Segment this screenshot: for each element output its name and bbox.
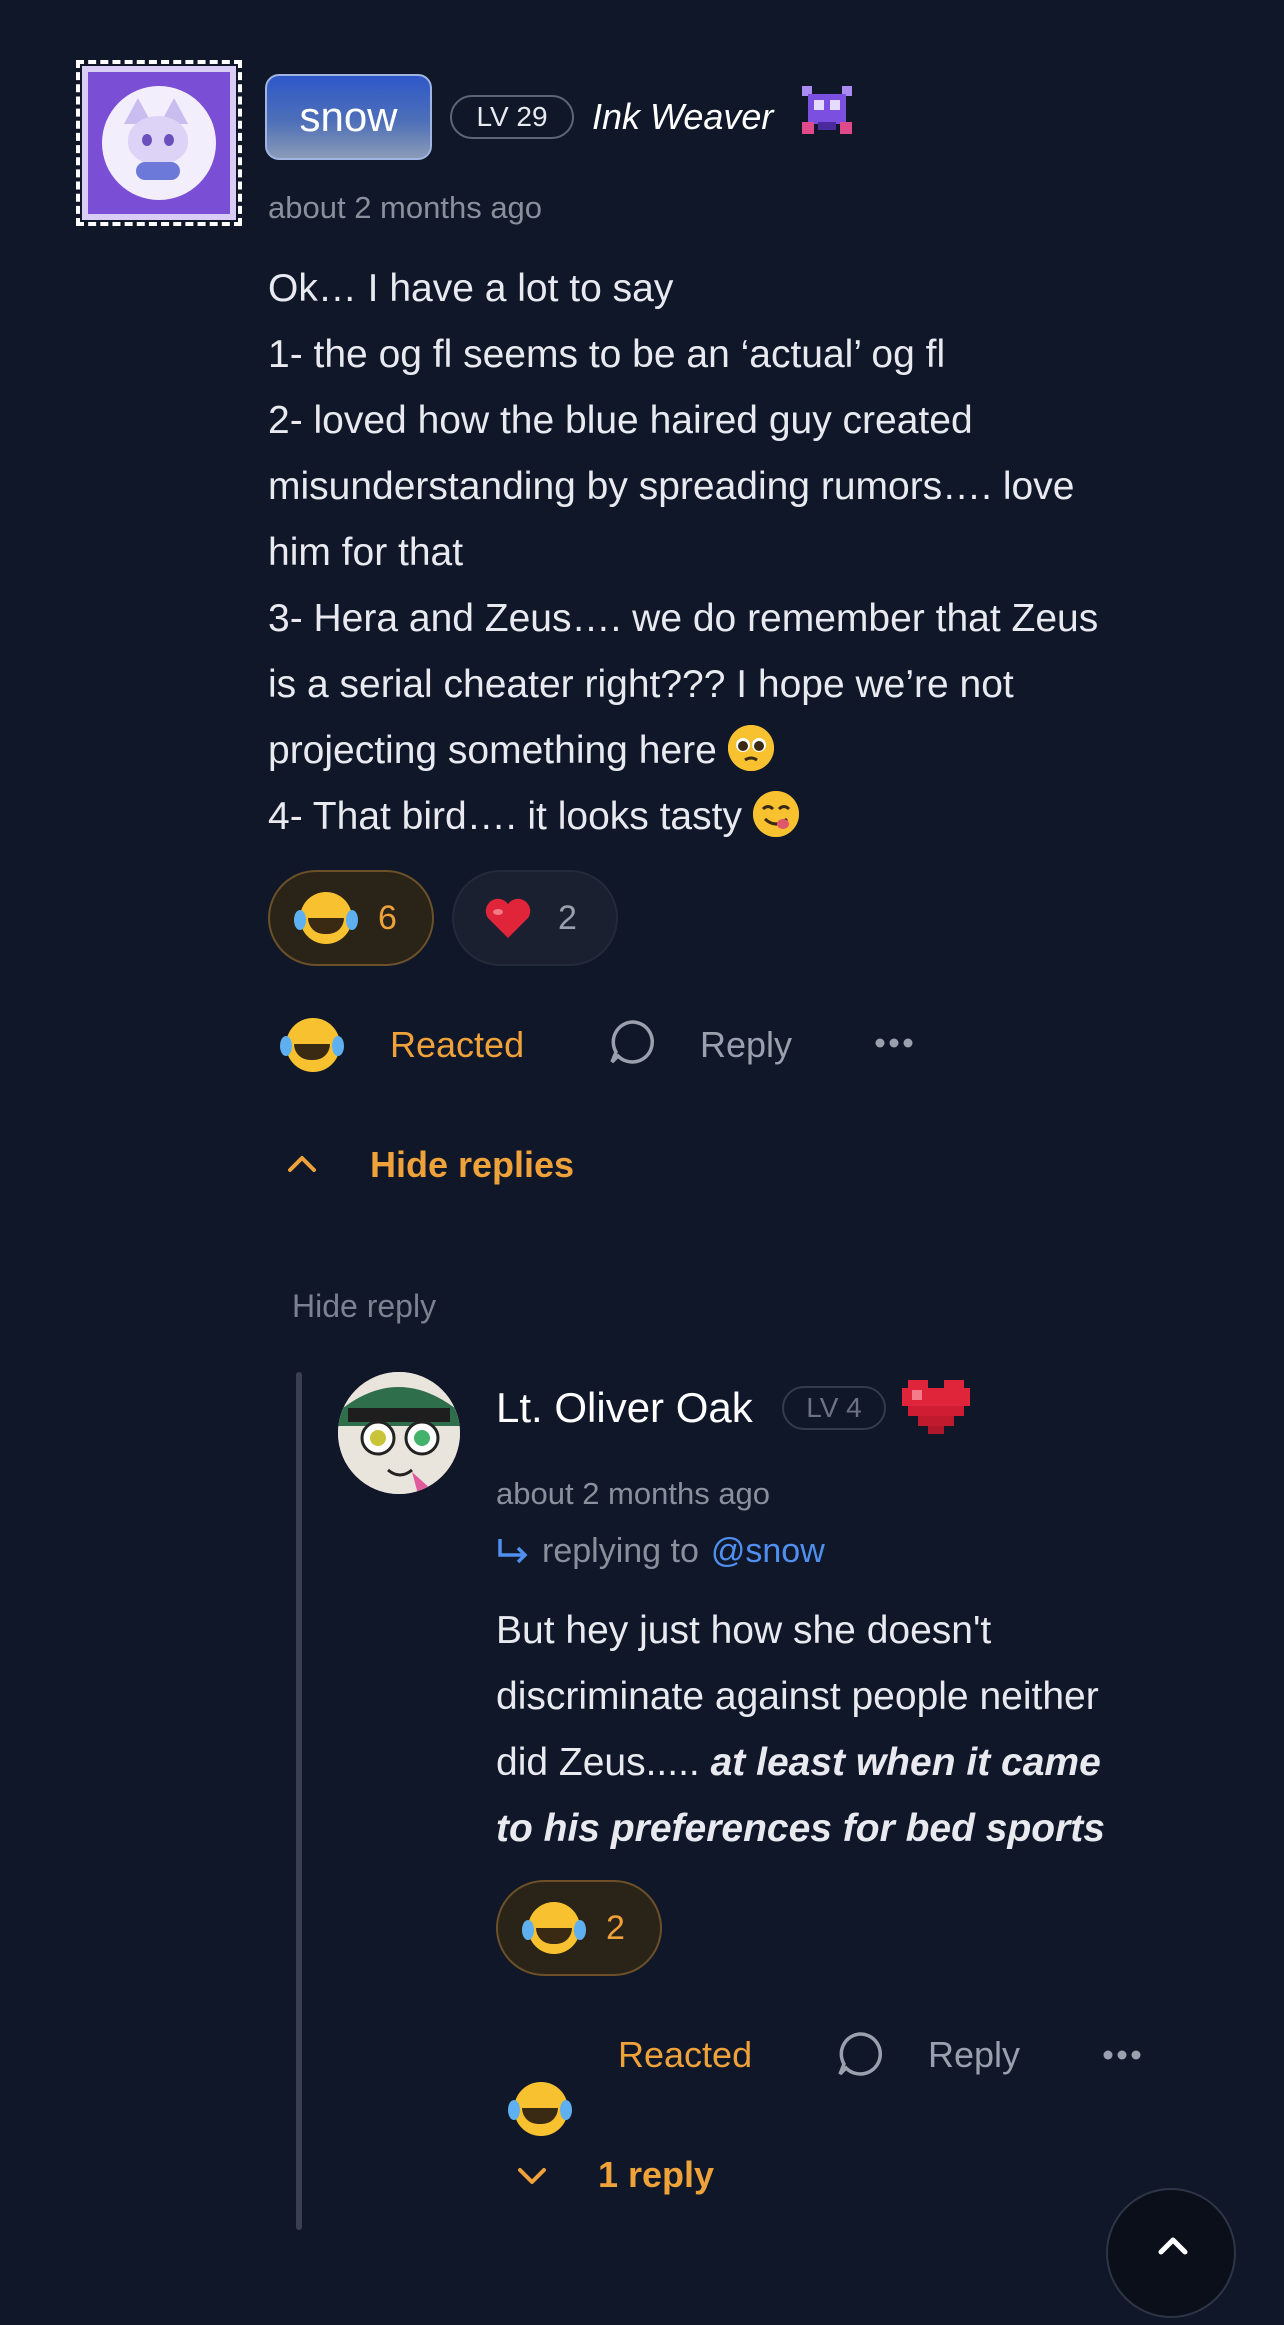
- hide-reply-link[interactable]: Hide reply: [292, 1288, 436, 1325]
- laughing-tears-icon: [522, 1902, 580, 1954]
- comment-line: him for that: [268, 531, 464, 574]
- thread-line: [296, 1372, 302, 2230]
- comment-line: 4- That bird…. it looks tasty: [268, 795, 742, 838]
- reply-emphasis: to his preferences for bed sports: [496, 1807, 1105, 1850]
- reply-reaction-chip-laughing[interactable]: 2: [496, 1880, 662, 1976]
- speech-bubble-icon[interactable]: [608, 1018, 656, 1066]
- reply-level-badge: LV 4: [782, 1386, 886, 1430]
- reply-level-text: LV 4: [806, 1392, 862, 1423]
- replying-prefix: replying to: [542, 1532, 699, 1570]
- show-replies-button[interactable]: 1 reply: [598, 2154, 714, 2196]
- reply-emphasis: at least when it came: [710, 1741, 1101, 1784]
- user-title: Ink Weaver: [592, 96, 774, 137]
- reply-line: did Zeus.....: [496, 1741, 711, 1784]
- mention-link[interactable]: @snow: [711, 1532, 825, 1571]
- more-options-icon[interactable]: [874, 1036, 914, 1048]
- reply-more-options-icon[interactable]: [1102, 2048, 1142, 2060]
- reply-line: But hey just how she doesn't: [496, 1609, 992, 1652]
- pixel-heart-icon: [900, 1376, 972, 1436]
- chevron-down-icon[interactable]: [516, 2164, 548, 2188]
- reply-username[interactable]: Lt. Oliver Oak: [496, 1384, 753, 1432]
- comment-line: 3- Hera and Zeus…. we do remember that Z…: [268, 597, 1099, 640]
- reply-line: discriminate against people neither: [496, 1675, 1099, 1718]
- reacted-laughing-icon[interactable]: [280, 1018, 340, 1072]
- reacted-button[interactable]: Reacted: [390, 1024, 524, 1066]
- replying-to-line: replying to @snow: [496, 1532, 825, 1571]
- reply-button[interactable]: Reply: [700, 1024, 792, 1066]
- comment-timestamp: about 2 months ago: [268, 190, 543, 225]
- reaction-count: 6: [378, 898, 397, 937]
- comment-line: is a serial cheater right??? I hope we’r…: [268, 663, 1014, 706]
- reaction-count: 2: [558, 898, 577, 937]
- user-avatar-oliver[interactable]: [338, 1372, 460, 1494]
- red-heart-icon: [484, 896, 532, 940]
- username: snow: [299, 93, 398, 140]
- comment-line: 1- the og fl seems to be an ‘actual’ og …: [268, 333, 946, 376]
- reaction-chip-laughing[interactable]: 6: [268, 870, 434, 966]
- hide-replies-button[interactable]: Hide replies: [370, 1144, 574, 1186]
- reply-reacted-button[interactable]: Reacted: [618, 2034, 752, 2076]
- yum-face-emoji: [752, 791, 799, 837]
- reply-timestamp: about 2 months ago: [496, 1476, 771, 1511]
- laughing-tears-icon: [294, 892, 352, 944]
- reply-speech-bubble-icon[interactable]: [836, 2030, 884, 2078]
- arrow-up-icon: [1158, 2237, 1188, 2255]
- pixel-alien-icon: [798, 82, 856, 138]
- scroll-top-button[interactable]: [1106, 2188, 1236, 2318]
- user-avatar-snow[interactable]: [76, 60, 242, 226]
- comment-line: 2- loved how the blue haired guy created: [268, 399, 973, 442]
- reply-reply-button[interactable]: Reply: [928, 2034, 1020, 2076]
- reaction-count: 2: [606, 1908, 625, 1947]
- reaction-chip-heart[interactable]: 2: [452, 870, 618, 966]
- comment-body: Ok… I have a lot to say 1- the og fl see…: [268, 256, 1228, 850]
- pleading-face-emoji: [727, 725, 774, 771]
- reply-body: But hey just how she doesn't discriminat…: [496, 1598, 1236, 1862]
- level-text: LV 29: [476, 101, 548, 132]
- chevron-up-icon[interactable]: [286, 1150, 318, 1174]
- comment-line: projecting something here: [268, 729, 717, 772]
- username-badge[interactable]: snow: [265, 74, 432, 160]
- comment-line: Ok… I have a lot to say: [268, 267, 674, 310]
- level-badge: LV 29: [450, 95, 574, 139]
- reply-reacted-laughing-icon[interactable]: [508, 2082, 568, 2136]
- comment-line: misunderstanding by spreading rumors…. l…: [268, 465, 1075, 508]
- reply-arrow-icon: [498, 1538, 528, 1563]
